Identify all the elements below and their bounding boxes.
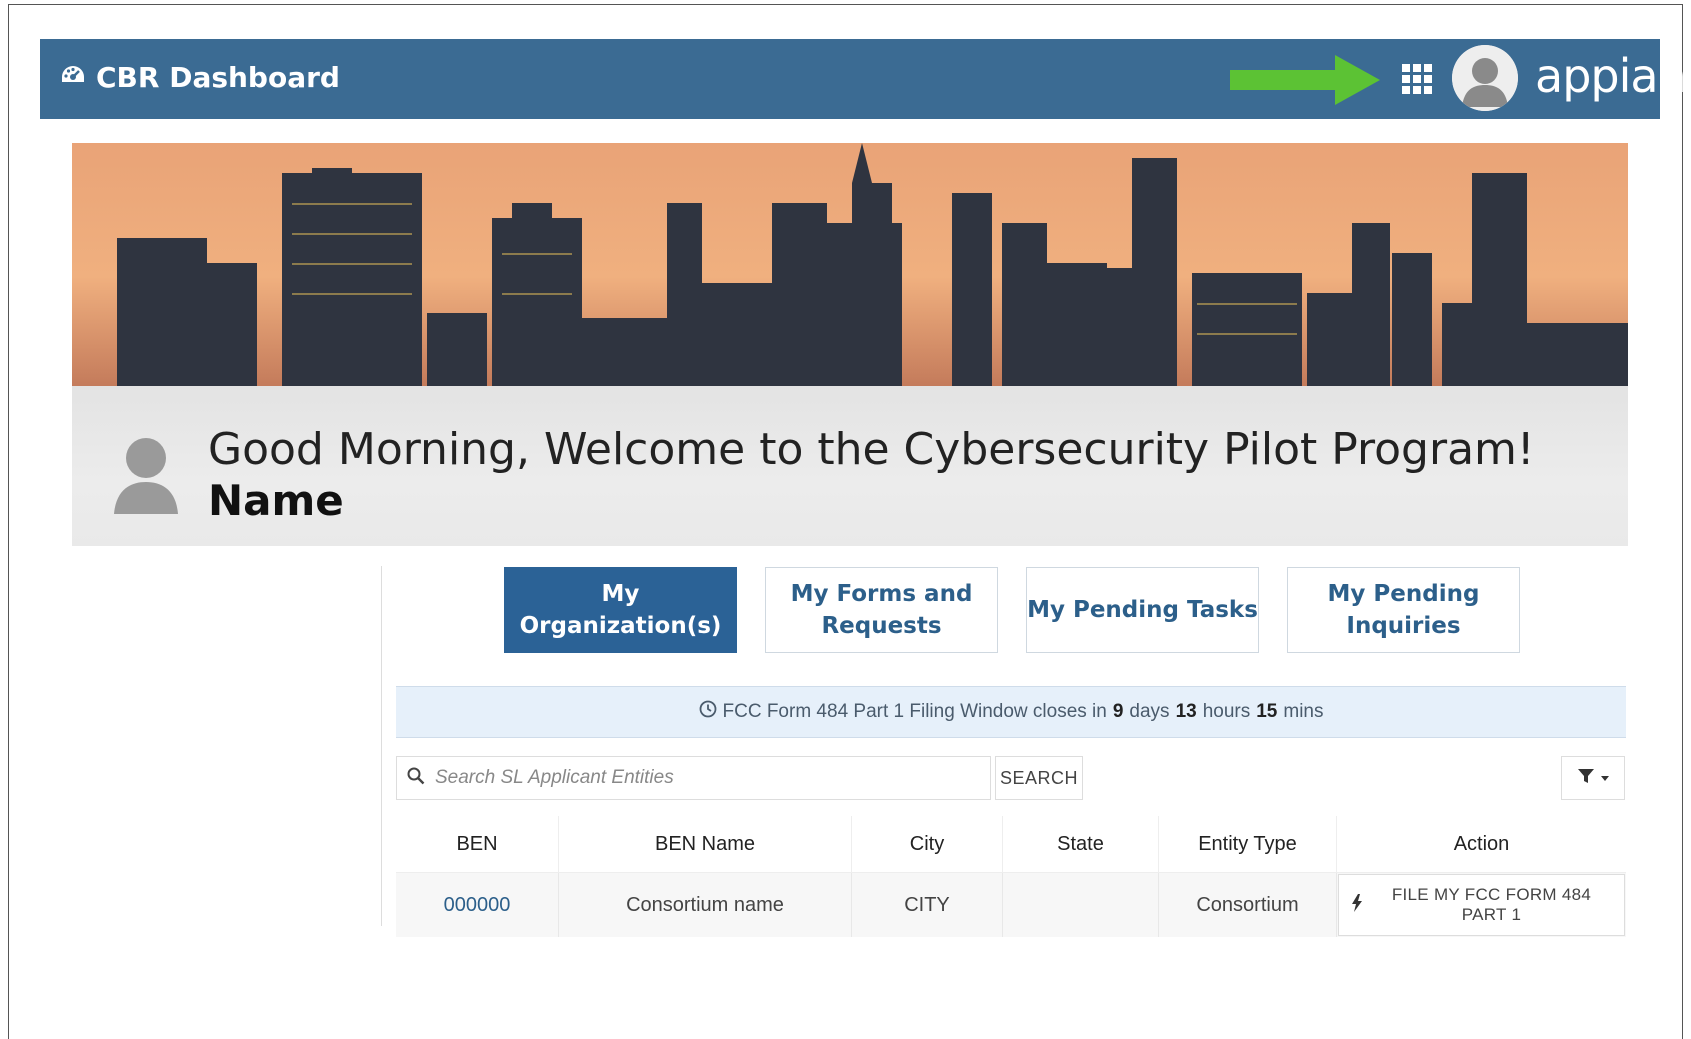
column-header-state[interactable]: State bbox=[1002, 816, 1159, 873]
clock-icon bbox=[699, 700, 717, 724]
column-header-action: Action bbox=[1336, 816, 1626, 873]
search-input[interactable] bbox=[433, 766, 957, 790]
appian-logo: appian bbox=[1535, 49, 1687, 103]
user-avatar-icon[interactable] bbox=[1452, 45, 1518, 111]
dashboard-gauge-icon bbox=[60, 64, 86, 91]
profile-placeholder-icon bbox=[110, 434, 182, 519]
green-arrow-icon bbox=[1230, 53, 1380, 112]
notice-prefix: FCC Form 484 Part 1 Filing Window closes… bbox=[722, 701, 1107, 722]
search-icon bbox=[407, 767, 425, 790]
search-field bbox=[396, 756, 991, 800]
filter-icon bbox=[1577, 767, 1595, 790]
file-form-484-button[interactable]: FILE MY FCC FORM 484 PART 1 bbox=[1338, 874, 1625, 936]
tab-my-pending-tasks[interactable]: My Pending Tasks bbox=[1026, 567, 1259, 653]
ben-link[interactable]: 000000 bbox=[444, 894, 511, 916]
column-header-ben-name[interactable]: BEN Name bbox=[558, 816, 852, 873]
search-button[interactable]: SEARCH bbox=[995, 756, 1083, 800]
cell-state bbox=[1002, 872, 1159, 937]
welcome-panel: Good Morning, Welcome to the Cybersecuri… bbox=[72, 386, 1628, 546]
tab-my-forms-and-requests[interactable]: My Forms and Requests bbox=[765, 567, 998, 653]
dashboard-title-link[interactable]: CBR Dashboard bbox=[60, 61, 340, 94]
table-row: 000000 Consortium name CITY Consortium F… bbox=[396, 872, 1626, 937]
notice-mins: 15 bbox=[1256, 701, 1278, 722]
apps-grid-icon[interactable] bbox=[1402, 64, 1432, 99]
filing-window-notice: FCC Form 484 Part 1 Filing Window closes… bbox=[396, 686, 1626, 738]
content-divider bbox=[381, 566, 382, 926]
column-header-entity-type[interactable]: Entity Type bbox=[1158, 816, 1337, 873]
app-title: CBR Dashboard bbox=[96, 61, 340, 94]
notice-hours-label: hours bbox=[1202, 701, 1251, 722]
cell-ben-name: Consortium name bbox=[558, 872, 852, 937]
column-header-city[interactable]: City bbox=[851, 816, 1003, 873]
lightning-bolt-icon bbox=[1351, 893, 1363, 917]
table-header-row: BEN BEN Name City State Entity Type Acti… bbox=[396, 816, 1626, 873]
applicant-entities-table: BEN BEN Name City State Entity Type Acti… bbox=[396, 816, 1626, 937]
tab-my-pending-inquiries[interactable]: My Pending Inquiries bbox=[1287, 567, 1520, 653]
notice-hours: 13 bbox=[1175, 701, 1197, 722]
chevron-down-icon bbox=[1601, 769, 1609, 787]
column-header-ben[interactable]: BEN bbox=[396, 816, 559, 873]
notice-days: 9 bbox=[1112, 701, 1124, 722]
skyline-banner-image bbox=[72, 143, 1628, 386]
cell-ben[interactable]: 000000 bbox=[396, 872, 559, 937]
cell-city: CITY bbox=[851, 872, 1003, 937]
welcome-greeting: Good Morning, Welcome to the Cybersecuri… bbox=[208, 424, 1535, 475]
dashboard-tabs: My Organization(s) My Forms and Requests… bbox=[504, 567, 1520, 653]
file-form-484-label: FILE MY FCC FORM 484 PART 1 bbox=[1391, 885, 1592, 924]
cell-entity-type: Consortium bbox=[1158, 872, 1337, 937]
notice-days-label: days bbox=[1129, 701, 1170, 722]
user-name: Name bbox=[208, 476, 344, 525]
filter-button[interactable] bbox=[1561, 756, 1625, 800]
tab-my-organizations[interactable]: My Organization(s) bbox=[504, 567, 737, 653]
notice-mins-label: mins bbox=[1283, 701, 1324, 722]
cell-action: FILE MY FCC FORM 484 PART 1 bbox=[1336, 872, 1626, 937]
top-navbar: CBR Dashboard appian bbox=[40, 39, 1687, 119]
